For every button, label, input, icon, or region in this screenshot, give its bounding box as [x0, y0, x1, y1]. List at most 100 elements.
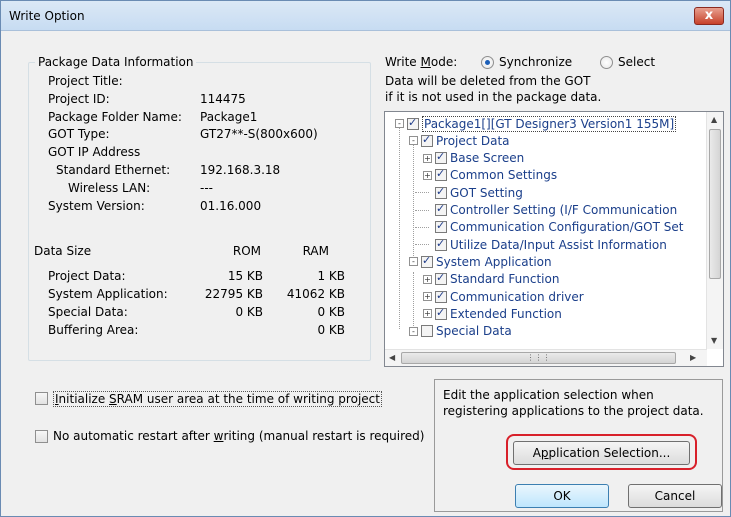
tree-item-checkbox[interactable]: [435, 150, 447, 165]
tree-item-checkbox[interactable]: [421, 325, 433, 338]
collapse-icon[interactable]: -: [409, 136, 418, 146]
no-restart-label[interactable]: No automatic restart after writing (manu…: [53, 429, 424, 443]
no-restart-checkbox[interactable]: [35, 430, 48, 443]
tree-item-checkbox[interactable]: [421, 254, 433, 268]
ok-button[interactable]: OK: [515, 484, 609, 508]
package-info-value: Package1: [200, 110, 258, 124]
tree-item-checkbox[interactable]: [421, 133, 433, 147]
package-info-label: Project ID:: [48, 92, 110, 106]
select-radio[interactable]: [600, 56, 613, 69]
data-size-row-label: Special Data:: [48, 305, 128, 319]
tree-horizontal-scrollbar[interactable]: ◀ ⋮⋮⋮ ▶: [385, 349, 707, 366]
synchronize-radio[interactable]: [481, 56, 494, 69]
collapse-icon[interactable]: -: [409, 257, 418, 267]
expand-icon[interactable]: +: [423, 292, 432, 301]
scroll-up-icon[interactable]: ▲: [711, 115, 717, 124]
tree-item-label[interactable]: Project Data: [436, 134, 510, 148]
synchronize-radio-label[interactable]: Synchronize: [499, 55, 572, 69]
tree-item-label[interactable]: Communication Configuration/GOT Set: [450, 220, 683, 234]
collapse-icon[interactable]: -: [395, 119, 404, 128]
tree-item-checkbox[interactable]: [435, 185, 447, 199]
tree-item[interactable]: GOT Setting: [423, 184, 523, 201]
expand-icon[interactable]: +: [423, 153, 432, 163]
package-tree[interactable]: -Package1[][GT Designer3 Version1 155M]-…: [384, 111, 724, 367]
tree-vertical-scrollbar[interactable]: ▲ ▼: [706, 112, 723, 349]
tree-item[interactable]: + Common Settings: [423, 167, 557, 184]
write-option-dialog: Write Option x Package Data Information …: [0, 0, 731, 517]
data-size-row-label: System Application:: [48, 287, 168, 301]
package-info-value: 114475: [200, 92, 246, 106]
data-size-label: Data Size: [34, 244, 92, 258]
tree-item-label[interactable]: System Application: [436, 255, 552, 269]
app-selection-note-line1: Edit the application selection when: [443, 388, 654, 402]
tree-item-label[interactable]: Special Data: [436, 324, 512, 338]
tree-item-label[interactable]: Communication driver: [450, 290, 584, 304]
tree-item[interactable]: + Communication driver: [423, 288, 584, 305]
expand-icon[interactable]: +: [423, 309, 432, 319]
package-info-label: Wireless LAN:: [68, 181, 151, 195]
tree-item-label[interactable]: Common Settings: [450, 168, 557, 182]
tree-item-checkbox[interactable]: [435, 289, 447, 303]
tree-item-checkbox[interactable]: [435, 237, 447, 251]
data-size-ram-value: 0 KB: [317, 323, 345, 337]
tree-item-label[interactable]: Controller Setting (I/F Communication: [450, 203, 677, 217]
tree-item-label[interactable]: Extended Function: [450, 307, 562, 321]
package-info-group-label: Package Data Information: [35, 55, 197, 69]
write-mode-label: Write Mode:: [385, 55, 457, 69]
initialize-sram-checkbox[interactable]: [35, 392, 48, 405]
package-info-value: 192.168.3.18: [200, 163, 281, 177]
select-radio-label[interactable]: Select: [618, 55, 655, 69]
write-mode-note-line1: Data will be deleted from the GOT: [385, 74, 591, 88]
tree-item[interactable]: + Standard Function: [423, 271, 559, 288]
tree-item-checkbox[interactable]: [435, 219, 447, 234]
tree-connector: [399, 124, 400, 329]
expand-icon[interactable]: +: [423, 170, 432, 180]
write-mode-label-post: ode:: [430, 55, 458, 69]
initialize-sram-label-part1: nitialize: [58, 392, 110, 406]
tree-item[interactable]: - System Application: [409, 253, 552, 270]
close-button[interactable]: x: [694, 7, 724, 25]
tree-item[interactable]: + Extended Function: [423, 305, 562, 322]
write-mode-label-pre: Write: [385, 55, 421, 69]
tree-item[interactable]: + Base Screen: [423, 150, 524, 167]
write-mode-note-line2: if it is not used in the package data.: [385, 90, 602, 104]
package-info-label: Package Folder Name:: [48, 110, 182, 124]
highlight-annotation: [506, 434, 697, 470]
tree-item-label[interactable]: Standard Function: [450, 272, 559, 286]
tree-item[interactable]: - Package1[][GT Designer3 Version1 155M]: [395, 115, 677, 132]
tree-item-label[interactable]: Package1[][GT Designer3 Version1 155M]: [422, 115, 677, 132]
collapse-icon[interactable]: -: [409, 326, 418, 336]
tree-item-checkbox[interactable]: [435, 306, 447, 320]
tree-item-checkbox[interactable]: [435, 202, 447, 216]
tree-item-label[interactable]: Base Screen: [450, 151, 524, 165]
scroll-right-icon[interactable]: ▶: [690, 353, 696, 362]
data-size-row-label: Buffering Area:: [48, 323, 139, 337]
tree-item[interactable]: Communication Configuration/GOT Set: [423, 219, 683, 236]
package-info-value: ---: [200, 181, 213, 195]
package-info-label: GOT IP Address: [48, 145, 141, 159]
title-bar: Write Option x: [1, 1, 730, 31]
write-mode-label-key: M: [420, 55, 431, 69]
scroll-down-icon[interactable]: ▼: [711, 336, 717, 345]
cancel-button[interactable]: Cancel: [628, 484, 722, 508]
tree-item-label[interactable]: Utilize Data/Input Assist Information: [450, 238, 667, 252]
tree-item[interactable]: - Project Data: [409, 132, 510, 149]
tree-item-checkbox[interactable]: [435, 167, 447, 182]
tree-item-checkbox[interactable]: [435, 271, 447, 286]
no-restart-key: w: [213, 429, 224, 443]
tree-item[interactable]: - Special Data: [409, 323, 512, 340]
horizontal-scroll-thumb[interactable]: ⋮⋮⋮: [401, 352, 676, 364]
vertical-scroll-thumb[interactable]: [709, 129, 721, 279]
data-size-ram-value: 1 KB: [317, 269, 345, 283]
tree-item-label[interactable]: GOT Setting: [450, 186, 523, 200]
package-info-label: GOT Type:: [48, 127, 110, 141]
tree-item[interactable]: Utilize Data/Input Assist Information: [423, 236, 667, 253]
scroll-left-icon[interactable]: ◀: [389, 353, 395, 362]
tree-item[interactable]: Controller Setting (I/F Communication: [423, 202, 677, 219]
package-info-value: 01.16.000: [200, 199, 262, 213]
tree-item-checkbox[interactable]: [407, 116, 419, 130]
tree-connector: [413, 142, 414, 264]
expand-icon[interactable]: +: [423, 274, 432, 284]
initialize-sram-label[interactable]: Initialize SRAM user area at the time of…: [53, 391, 382, 407]
no-restart-label-post: riting (manual restart is required): [223, 429, 425, 443]
